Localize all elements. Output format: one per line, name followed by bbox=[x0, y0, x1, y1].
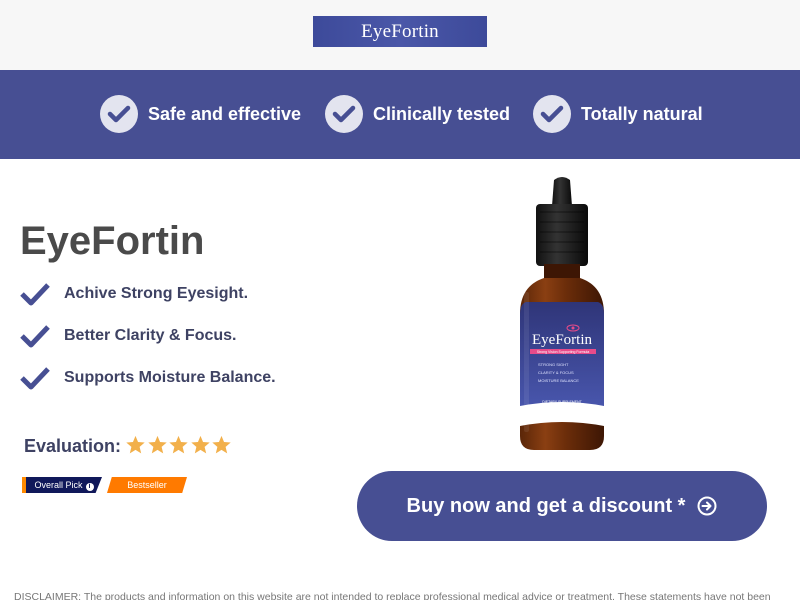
benefits-band: Safe and effective Clinically tested Tot… bbox=[0, 70, 800, 159]
check-icon bbox=[20, 325, 50, 348]
benefit-label: Safe and effective bbox=[148, 103, 302, 124]
product-title: EyeFortin bbox=[20, 219, 205, 263]
check-icon bbox=[20, 283, 50, 306]
check-circle-icon bbox=[325, 95, 363, 133]
star-icon bbox=[212, 435, 231, 454]
benefit-label: Clinically tested bbox=[373, 103, 511, 124]
info-icon[interactable]: i bbox=[85, 483, 94, 491]
overall-pick-label: Overall Pick bbox=[34, 480, 83, 490]
bottle-subtitle: Strong Vision Supporting Formula bbox=[537, 350, 590, 354]
bottle-claim: STRONG SIGHT bbox=[538, 362, 569, 367]
rating-stars bbox=[125, 434, 233, 456]
benefit-natural: Totally natural bbox=[533, 95, 703, 133]
feature-item: Supports Moisture Balance. bbox=[20, 366, 276, 390]
feature-label: Achive Strong Eyesight. bbox=[64, 285, 249, 302]
check-circle-icon bbox=[533, 95, 571, 133]
feature-item: Better Clarity & Focus. bbox=[20, 324, 236, 348]
arrow-circle-right-icon bbox=[697, 496, 717, 516]
feature-label: Better Clarity & Focus. bbox=[64, 327, 237, 344]
star-icon bbox=[147, 435, 167, 454]
check-circle-icon bbox=[100, 95, 138, 133]
bottle-brand: EyeFortin bbox=[532, 332, 592, 348]
evaluation-label: Evaluation: bbox=[24, 436, 122, 456]
feature-label: Supports Moisture Balance. bbox=[64, 369, 276, 386]
bottle-claim: MOISTURE BALANCE bbox=[538, 378, 579, 383]
bottle-size: 2 FL OZ (60 ML) bbox=[549, 405, 575, 409]
bottle-footer: DIETARY SUPPLEMENT bbox=[542, 400, 582, 404]
logo[interactable]: EyeFortin bbox=[313, 16, 487, 47]
star-icon bbox=[190, 435, 210, 454]
bottle-claim: CLARITY & FOCUS bbox=[538, 370, 574, 375]
check-icon bbox=[20, 367, 50, 390]
overall-pick-tag: Overall Pick i bbox=[22, 477, 102, 493]
top-bar: EyeFortin bbox=[0, 0, 800, 70]
benefit-label: Totally natural bbox=[581, 103, 703, 124]
buy-now-button[interactable]: Buy now and get a discount * bbox=[357, 471, 767, 541]
star-icon bbox=[126, 435, 145, 454]
bestseller-tag: Bestseller bbox=[107, 477, 187, 493]
product-bottle-image: EyeFortin Strong Vision Supporting Formu… bbox=[520, 177, 604, 450]
page: EyeFortin Safe and effective Clinically … bbox=[0, 0, 800, 600]
feature-item: Achive Strong Eyesight. bbox=[20, 282, 248, 306]
bestseller-label: Bestseller bbox=[127, 480, 167, 490]
buy-now-label: Buy now and get a discount * bbox=[406, 494, 686, 517]
disclaimer-text: DISCLAIMER: The products and information… bbox=[14, 591, 771, 600]
benefit-safe: Safe and effective bbox=[100, 95, 301, 133]
benefit-tested: Clinically tested bbox=[325, 95, 510, 133]
star-icon bbox=[169, 435, 188, 454]
